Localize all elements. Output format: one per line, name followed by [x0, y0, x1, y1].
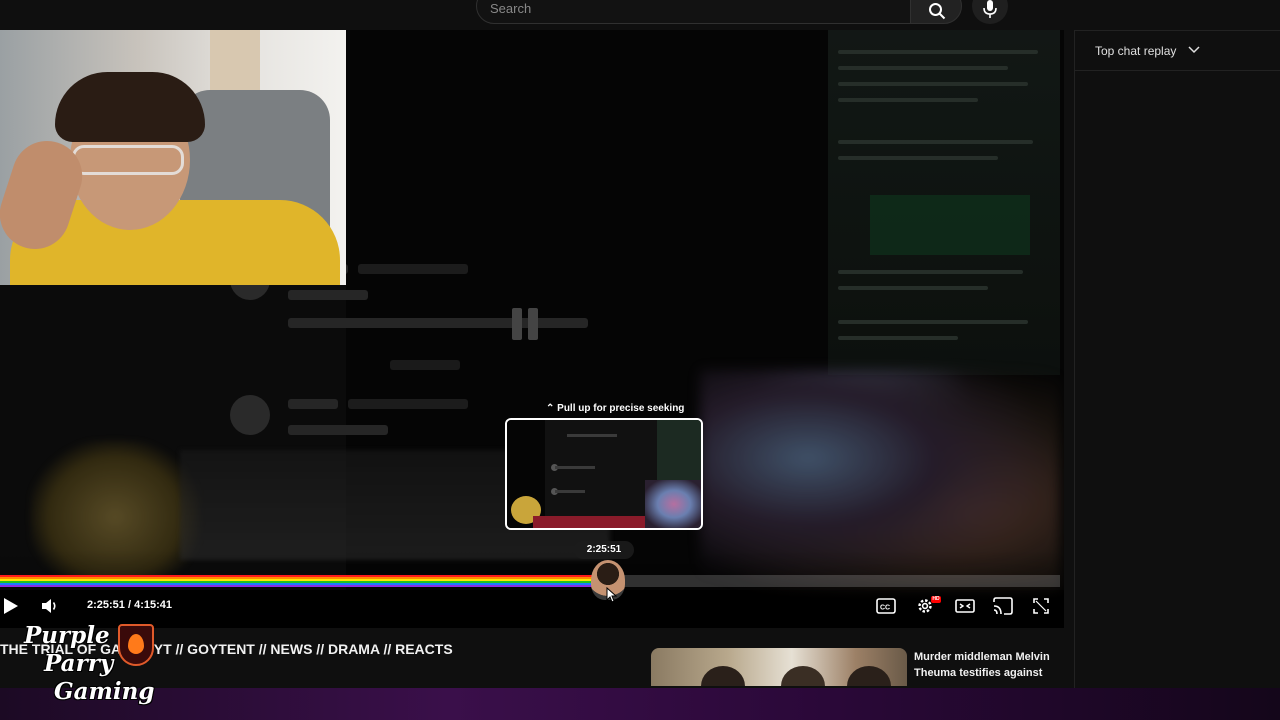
- play-icon: [4, 598, 18, 614]
- captions-button[interactable]: CC: [876, 598, 896, 619]
- chat-header: Top chat replay: [1075, 31, 1280, 71]
- live-chat-panel: Top chat replay: [1074, 30, 1280, 690]
- progress-bar[interactable]: [0, 575, 1060, 587]
- pause-icon: [512, 308, 542, 340]
- mute-button[interactable]: [41, 597, 59, 620]
- video-player[interactable]: ⌃ Pull up for precise seeking 2:25:51 2:…: [0, 30, 1064, 628]
- fullscreen-button[interactable]: [1033, 598, 1049, 619]
- logo-line: Gaming: [54, 678, 155, 705]
- progress-played: [0, 575, 605, 587]
- search-icon: [929, 3, 946, 20]
- play-button[interactable]: [3, 597, 19, 620]
- cast-icon: [993, 597, 1013, 615]
- voice-search-button[interactable]: [972, 0, 1008, 24]
- recommended-video-thumbnail[interactable]: [651, 648, 907, 686]
- chevron-down-icon[interactable]: [1188, 46, 1200, 54]
- volume-icon: [42, 599, 56, 613]
- video-highlight-region: [870, 195, 1030, 255]
- controls-gradient: [0, 550, 1064, 628]
- logo-line: Parry: [44, 650, 114, 677]
- recommended-video-title[interactable]: Murder middleman Melvin Theuma testifies…: [914, 649, 1064, 681]
- cast-button[interactable]: [993, 597, 1013, 620]
- captions-icon: CC: [876, 598, 896, 614]
- channel-logo: Purple Parry Gaming: [4, 620, 164, 716]
- theater-mode-button[interactable]: [955, 598, 975, 619]
- svg-text:CC: CC: [880, 605, 890, 612]
- search-input[interactable]: Search: [476, 0, 911, 24]
- mouse-cursor-icon: [606, 587, 618, 603]
- webcam-overlay: [0, 30, 346, 285]
- logo-line: Purple: [24, 622, 110, 649]
- hd-badge: HD: [931, 596, 941, 603]
- seek-time-tooltip: 2:25:51: [574, 541, 634, 559]
- time-display: 2:25:51 / 4:15:41: [87, 599, 172, 611]
- stream-overlay-bar: [0, 688, 1280, 720]
- search-button[interactable]: [910, 0, 962, 24]
- theater-mode-icon: [955, 599, 975, 613]
- mic-icon: [983, 0, 997, 18]
- top-bar: Search: [0, 0, 1280, 30]
- seek-hint: ⌃ Pull up for precise seeking: [546, 403, 685, 414]
- flame-icon: [128, 634, 144, 654]
- seek-preview-thumbnail: [505, 418, 703, 530]
- chat-mode-dropdown[interactable]: Top chat replay: [1095, 44, 1176, 58]
- fullscreen-icon: [1033, 598, 1049, 614]
